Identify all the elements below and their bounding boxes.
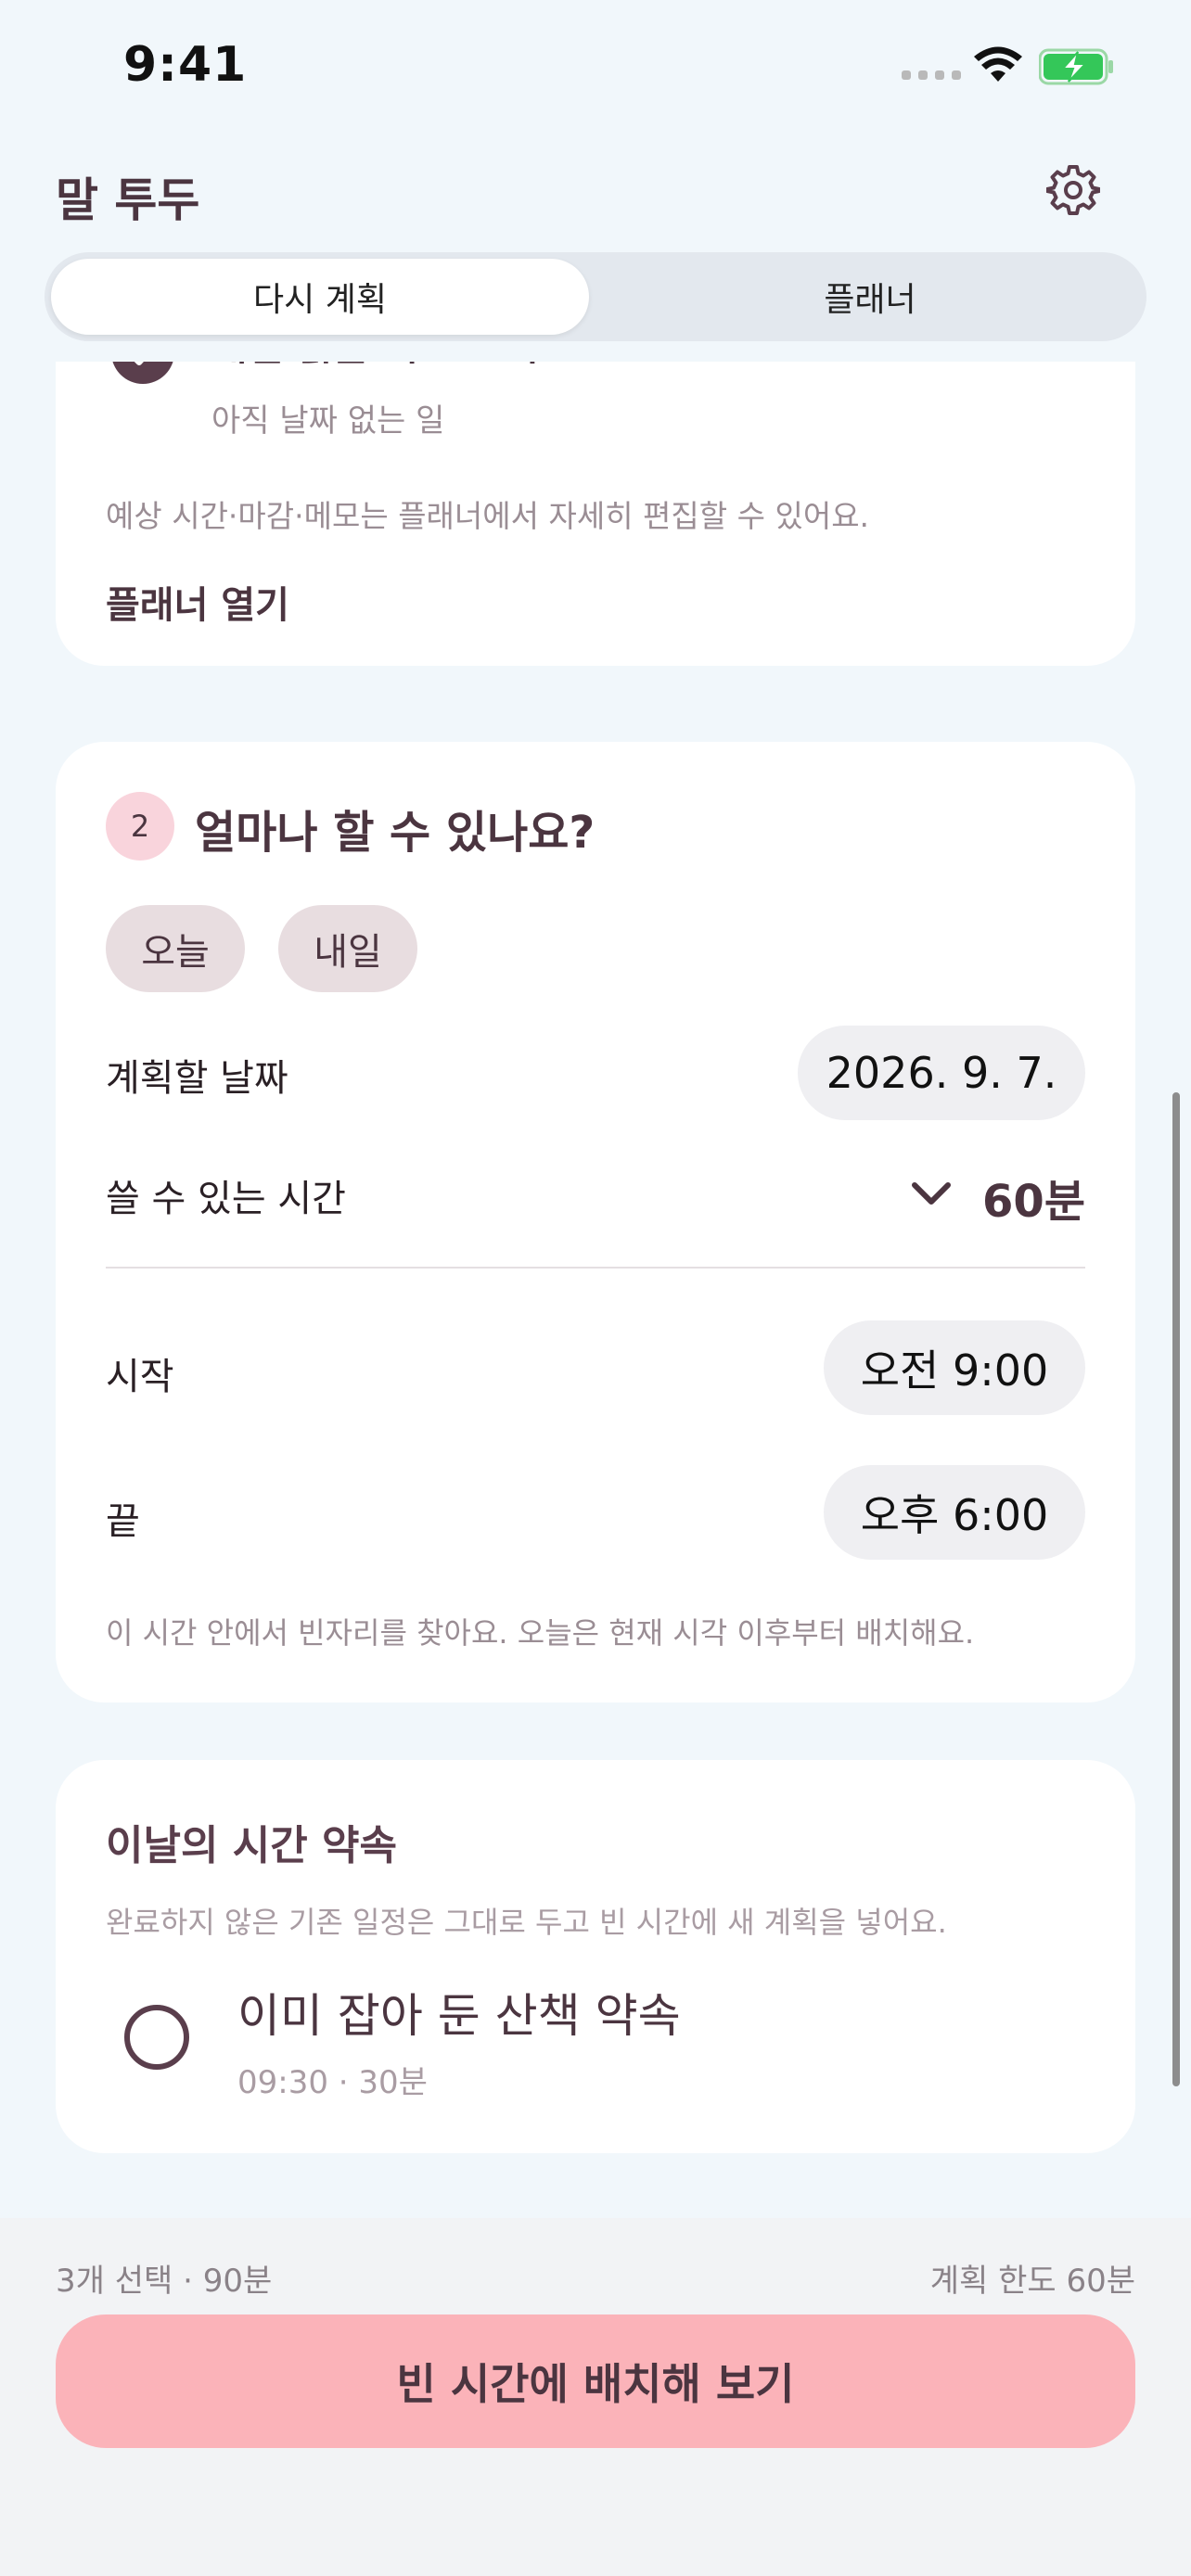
cellular-signal-icon (902, 70, 961, 80)
task-duration: 30분 (1002, 362, 1083, 369)
gear-icon[interactable] (1046, 163, 1100, 217)
tab-planner[interactable]: 플래너 (638, 259, 1102, 335)
appointments-card: 이날의 시간 약속 완료하지 않은 기존 일정은 그대로 두고 빈 시간에 새 … (56, 1760, 1135, 2153)
plan-limit: 계획 한도 60분 (929, 2263, 1135, 2300)
status-bar: 9:41 (0, 0, 1191, 130)
appointments-note: 완료하지 않은 기존 일정은 그대로 두고 빈 시간에 새 계획을 넣어요. (106, 1905, 947, 1940)
appointments-title: 이날의 시간 약속 (106, 1822, 397, 1869)
available-time-value[interactable]: 60분 (982, 1165, 1085, 1230)
end-time-picker[interactable]: 오후 6:00 (824, 1465, 1085, 1560)
scrollbar[interactable] (1172, 1092, 1180, 2086)
tomorrow-chip[interactable]: 내일 (278, 905, 417, 992)
task-title: 내일 읽을 책 고르기 (211, 362, 539, 372)
wifi-icon (974, 46, 1022, 82)
task-selection-card: 내일 읽을 책 고르기 30분 아직 날짜 없는 일 예상 시간·마감·메모는 … (56, 362, 1135, 666)
divider (106, 1267, 1085, 1269)
plan-date-label: 계획할 날짜 (106, 1057, 288, 1100)
bottom-action-bar: 3개 선택 · 90분 계획 한도 60분 빈 시간에 배치해 보기 (0, 2218, 1191, 2576)
status-time: 9:41 (123, 37, 248, 93)
arrange-button[interactable]: 빈 시간에 배치해 보기 (56, 2315, 1135, 2448)
selection-summary: 3개 선택 · 90분 (56, 2263, 273, 2300)
available-time-label: 쓸 수 있는 시간 (106, 1178, 346, 1220)
capacity-note: 이 시간 안에서 빈자리를 찾아요. 오늘은 현재 시각 이후부터 배치해요. (106, 1615, 975, 1651)
screen: 9:41 말 투두 다시 계획 플래너 아직 날짜 없는 일 예상 시간·마감·… (0, 0, 1191, 2576)
scroll-content[interactable]: 내일 읽을 책 고르기 30분 아직 날짜 없는 일 예상 시간·마감·메모는 … (0, 362, 1191, 2216)
appointment-meta: 09:30 · 30분 (237, 2064, 428, 2101)
open-planner-link[interactable]: 플래너 열기 (106, 575, 289, 629)
end-label: 끝 (106, 1500, 140, 1543)
tab-replan[interactable]: 다시 계획 (51, 259, 589, 335)
segmented-control: 다시 계획 플래너 (45, 252, 1146, 341)
capacity-title: 얼마나 할 수 있나요? (195, 807, 596, 859)
appointment-title: 이미 잡아 둔 산책 약속 (237, 1989, 681, 2043)
start-time-picker[interactable]: 오전 9:00 (824, 1320, 1085, 1415)
appointment-radio[interactable] (124, 2005, 189, 2070)
chevron-down-icon[interactable] (909, 1178, 954, 1211)
task-checkbox[interactable] (111, 362, 174, 384)
battery-charging-icon (1039, 48, 1113, 85)
planner-edit-note: 예상 시간·마감·메모는 플래너에서 자세히 편집할 수 있어요. (106, 498, 870, 534)
step-badge: 2 (106, 792, 174, 861)
app-title: 말 투두 (56, 173, 200, 227)
checkmark-icon (134, 362, 144, 365)
start-label: 시작 (106, 1356, 174, 1398)
capacity-card: 2 얼마나 할 수 있나요? 오늘 내일 계획할 날짜 2026. 9. 7. … (56, 742, 1135, 1702)
plan-date-picker[interactable]: 2026. 9. 7. (798, 1026, 1085, 1120)
today-chip[interactable]: 오늘 (106, 905, 245, 992)
task-subtitle: 아직 날짜 없는 일 (211, 402, 445, 440)
